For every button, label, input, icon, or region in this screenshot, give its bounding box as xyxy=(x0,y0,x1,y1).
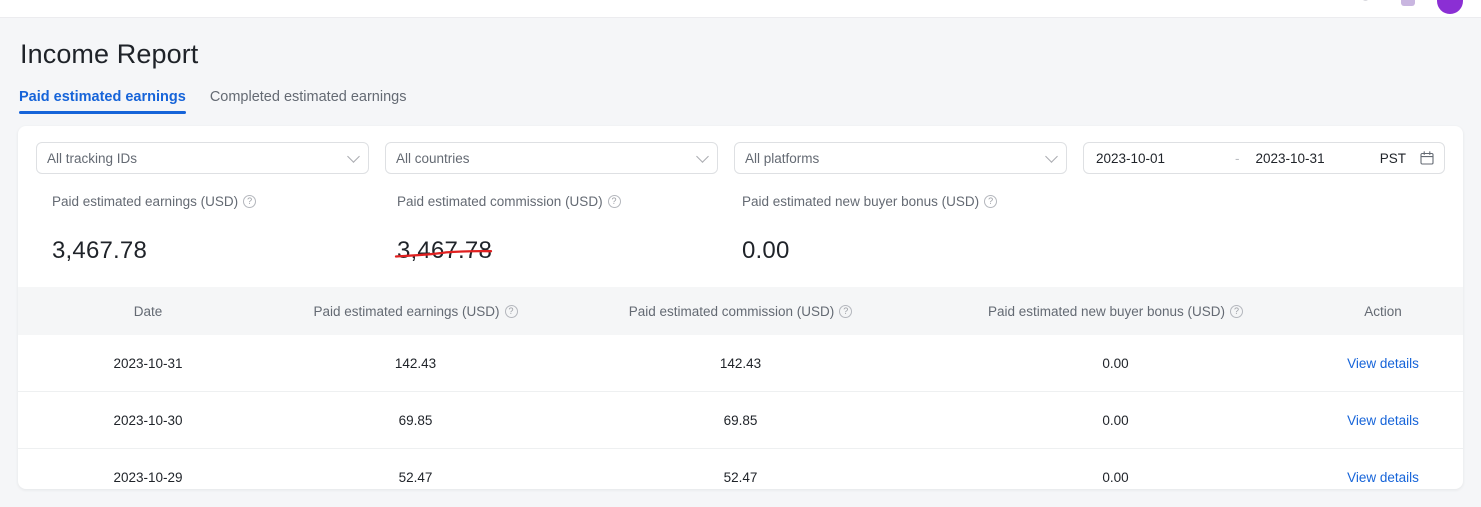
cell-earnings: 52.47 xyxy=(398,469,433,485)
summary-metrics: Paid estimated earnings (USD) 3,467.78 P… xyxy=(36,194,1445,265)
column-header-commission: Paid estimated commission (USD) xyxy=(553,304,928,319)
date-range-picker[interactable]: 2023-10-01 - 2023-10-31 PST xyxy=(1083,142,1445,175)
metric-paid-estimated-new-buyer-bonus: Paid estimated new buyer bonus (USD) 0.0… xyxy=(742,194,1087,265)
view-details-link[interactable]: View details xyxy=(1347,470,1419,485)
date-range-end[interactable]: 2023-10-31 xyxy=(1244,151,1380,166)
help-circle-icon[interactable] xyxy=(839,304,853,318)
column-header-label: Action xyxy=(1364,303,1402,319)
column-header-label: Date xyxy=(133,303,163,319)
metric-value: 3,467.78 xyxy=(397,237,493,265)
cell-date: 2023-10-29 xyxy=(113,469,183,485)
cell-action: View details xyxy=(1303,413,1463,428)
column-header-label: Paid estimated new buyer bonus (USD) xyxy=(987,303,1226,319)
app-topbar xyxy=(0,0,1481,18)
table-row: 2023-10-31 142.43 142.43 0.00 View detai… xyxy=(18,335,1463,393)
table-header-row: Date Paid estimated earnings (USD) Paid … xyxy=(18,287,1463,336)
help-circle-icon[interactable] xyxy=(984,195,998,209)
metric-paid-estimated-earnings: Paid estimated earnings (USD) 3,467.78 xyxy=(52,194,397,265)
table-row: 2023-10-29 52.47 52.47 0.00 View details xyxy=(18,449,1463,489)
column-header-new-buyer-bonus: Paid estimated new buyer bonus (USD) xyxy=(928,304,1303,319)
column-header-earnings: Paid estimated earnings (USD) xyxy=(278,304,553,319)
tracking-ids-select[interactable]: All tracking IDs xyxy=(36,142,369,175)
cell-commission: 52.47 xyxy=(723,469,758,485)
chevron-down-icon xyxy=(347,150,360,164)
table-row: 2023-10-30 69.85 69.85 0.00 View details xyxy=(18,392,1463,450)
platforms-value: All platforms xyxy=(745,150,820,166)
countries-select[interactable]: All countries xyxy=(385,142,718,175)
cell-date: 2023-10-30 xyxy=(113,412,183,428)
tab-label: Completed estimated earnings xyxy=(209,89,407,106)
date-range-start[interactable]: 2023-10-01 xyxy=(1096,151,1231,166)
metric-label: Paid estimated commission (USD) xyxy=(397,194,742,209)
metric-label-text: Paid estimated earnings (USD) xyxy=(52,194,239,210)
metric-value: 3,467.78 xyxy=(52,237,148,265)
countries-value: All countries xyxy=(396,150,470,166)
calendar-icon[interactable] xyxy=(1420,151,1434,165)
cell-commission: 69.85 xyxy=(723,412,758,428)
metric-label: Paid estimated earnings (USD) xyxy=(52,194,397,209)
metric-label-text: Paid estimated commission (USD) xyxy=(397,194,603,210)
platforms-select[interactable]: All platforms xyxy=(734,142,1067,175)
date-range-timezone: PST xyxy=(1379,150,1406,166)
date-range-separator: - xyxy=(1235,150,1240,166)
cell-new-buyer-bonus: 0.00 xyxy=(1102,355,1129,371)
metric-label: Paid estimated new buyer bonus (USD) xyxy=(742,194,1087,209)
metric-value: 0.00 xyxy=(742,237,790,265)
cell-new-buyer-bonus: 0.00 xyxy=(1102,412,1129,428)
tab-completed-estimated-earnings[interactable]: Completed estimated earnings xyxy=(210,89,407,114)
cell-commission: 142.43 xyxy=(719,355,762,371)
help-circle-icon[interactable] xyxy=(504,304,518,318)
user-avatar[interactable] xyxy=(1437,0,1463,14)
bell-icon[interactable] xyxy=(1401,0,1415,6)
chevron-down-icon xyxy=(696,150,709,164)
column-header-label: Paid estimated earnings (USD) xyxy=(313,303,500,319)
column-header-date: Date xyxy=(18,304,278,319)
cell-new-buyer-bonus: 0.00 xyxy=(1102,469,1129,485)
help-circle-icon[interactable] xyxy=(607,195,621,209)
metric-label-text: Paid estimated new buyer bonus (USD) xyxy=(742,194,980,210)
column-header-action: Action xyxy=(1303,304,1463,319)
help-circle-icon[interactable] xyxy=(243,195,257,209)
cell-action: View details xyxy=(1303,356,1463,371)
page-title: Income Report xyxy=(20,39,199,69)
help-circle-icon[interactable] xyxy=(1230,304,1244,318)
topbar-icon-placeholder[interactable] xyxy=(1362,0,1369,1)
metric-paid-estimated-commission: Paid estimated commission (USD) 3,467.78 xyxy=(394,194,742,265)
page-container: Income Report Paid estimated earnings Co… xyxy=(0,18,1481,490)
tracking-ids-value: All tracking IDs xyxy=(47,150,138,166)
cell-date: 2023-10-31 xyxy=(113,355,183,371)
cell-earnings: 69.85 xyxy=(398,412,433,428)
report-card: All tracking IDs All countries All platf… xyxy=(18,126,1463,490)
earnings-table: Date Paid estimated earnings (USD) Paid … xyxy=(18,287,1463,489)
tab-paid-estimated-earnings[interactable]: Paid estimated earnings xyxy=(19,89,186,115)
view-details-link[interactable]: View details xyxy=(1347,356,1419,371)
cell-earnings: 142.43 xyxy=(394,355,437,371)
tab-label: Paid estimated earnings xyxy=(19,89,186,106)
tab-bar: Paid estimated earnings Completed estima… xyxy=(18,89,1463,115)
view-details-link[interactable]: View details xyxy=(1347,413,1419,428)
filter-bar: All tracking IDs All countries All platf… xyxy=(36,142,1445,175)
cell-action: View details xyxy=(1303,470,1463,485)
column-header-label: Paid estimated commission (USD) xyxy=(628,303,835,319)
chevron-down-icon xyxy=(1045,150,1058,164)
